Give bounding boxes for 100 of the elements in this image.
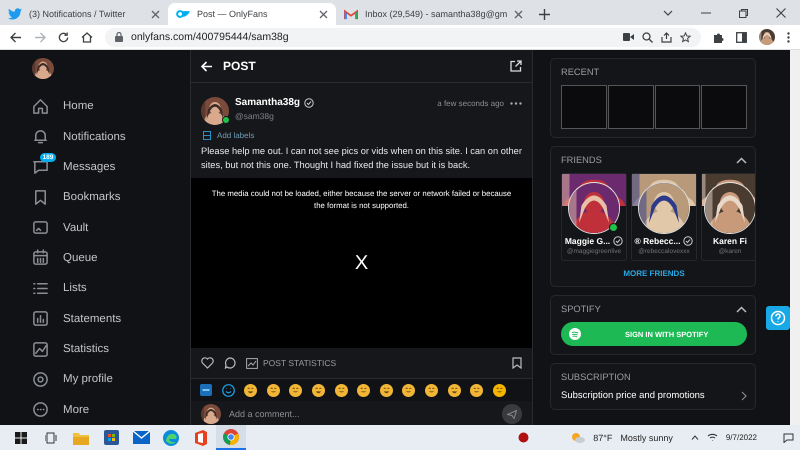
add-labels-link[interactable]: Add labels — [217, 131, 254, 140]
bookmark-icon[interactable] — [512, 357, 522, 369]
bookmark-icon — [32, 188, 49, 206]
verified-icon — [683, 236, 694, 246]
comment-field[interactable]: Add a comment... — [229, 409, 494, 419]
reload-icon[interactable] — [58, 32, 69, 42]
star-icon[interactable] — [680, 32, 691, 42]
nav-item[interactable]: Statements — [32, 304, 190, 334]
friend-name: Maggie G... — [564, 236, 610, 246]
office-icon — [194, 430, 208, 446]
broken-image-thumbnail[interactable] — [561, 85, 607, 129]
emoji-icon[interactable] — [266, 384, 280, 396]
emoji-icon[interactable] — [402, 384, 416, 396]
restore-icon[interactable] — [739, 8, 748, 18]
media-close-mark: X — [354, 252, 368, 275]
card-title: SUBSCRIPTION — [561, 372, 631, 382]
emoji-icon[interactable] — [289, 384, 302, 396]
help-button[interactable] — [766, 306, 790, 330]
temperature: 87°F — [593, 432, 612, 442]
notification-icon[interactable] — [783, 432, 794, 442]
verified-icon — [613, 236, 624, 246]
browser-tab[interactable]: Inbox (29,549) - samantha38g@gm — [336, 3, 532, 25]
author-name[interactable]: Samantha38g — [235, 97, 300, 108]
post-statistics-button[interactable]: POST STATISTICS — [246, 358, 336, 368]
taskbar-date: 9/7/2022 — [726, 433, 757, 442]
nav-item[interactable]: Lists — [32, 273, 190, 304]
collapse-icon[interactable] — [736, 306, 747, 312]
emoji-icon[interactable] — [470, 384, 484, 396]
heart-icon[interactable] — [201, 357, 214, 369]
chevron-down-icon[interactable] — [663, 10, 673, 16]
back-icon[interactable] — [10, 32, 22, 42]
new-tab-icon[interactable] — [539, 9, 550, 20]
send-button[interactable] — [502, 404, 522, 424]
nav-item[interactable]: Statistics — [32, 334, 190, 364]
browser-tab[interactable]: Post — OnlyFans — [168, 3, 336, 25]
record-icon[interactable] — [518, 432, 530, 443]
help-icon — [770, 310, 786, 326]
broken-image-thumbnail[interactable] — [608, 85, 654, 129]
comment-icon[interactable] — [224, 357, 236, 369]
author-handle[interactable]: @sam38g — [235, 111, 432, 121]
close-icon[interactable] — [151, 10, 160, 18]
vault-icon — [32, 219, 49, 236]
emoji-icon[interactable] — [334, 384, 348, 396]
label-icon — [203, 131, 211, 140]
messages-icon — [32, 158, 49, 176]
puzzle-icon[interactable] — [713, 32, 724, 42]
home-icon — [32, 98, 49, 115]
nav-item[interactable]: My profile — [32, 364, 190, 395]
friend-name: ® Rebecc... — [634, 236, 680, 246]
nav-item[interactable]: Home — [32, 91, 190, 122]
emoji-icon[interactable] — [244, 384, 258, 396]
close-icon[interactable] — [776, 8, 786, 18]
emoji-icon[interactable] — [357, 384, 370, 396]
send-icon — [507, 410, 517, 418]
bird-icon — [8, 8, 22, 20]
broken-image-thumbnail[interactable] — [654, 85, 700, 129]
more-friends-link[interactable]: MORE FRIENDS — [561, 269, 747, 278]
emoji-icon[interactable] — [492, 384, 506, 396]
share-icon[interactable] — [661, 32, 672, 42]
nav-item[interactable]: Bookmarks — [32, 182, 190, 212]
broken-image-thumbnail[interactable] — [701, 85, 747, 129]
caret-up-icon[interactable] — [690, 435, 699, 440]
home-icon[interactable] — [81, 32, 93, 42]
emoji-icon[interactable] — [448, 384, 461, 396]
minimize-icon[interactable] — [701, 12, 711, 14]
emoji-icon[interactable] — [312, 384, 325, 396]
zoom-icon[interactable] — [642, 32, 653, 42]
task-view-icon[interactable] — [45, 432, 57, 444]
lock-icon — [115, 32, 123, 42]
mail-icon — [132, 431, 150, 444]
gif-icon[interactable] — [200, 384, 212, 396]
more-icon — [32, 401, 49, 418]
more-icon[interactable] — [510, 102, 522, 105]
calendar-icon — [32, 249, 49, 266]
browser-icon — [163, 430, 179, 446]
post-time: a few seconds ago — [437, 99, 504, 110]
smiley-icon[interactable] — [222, 384, 235, 396]
sidebar-icon[interactable] — [736, 32, 747, 42]
collapse-icon[interactable] — [736, 156, 747, 164]
menu-icon[interactable] — [787, 32, 790, 42]
envelope-icon — [344, 8, 358, 20]
scrollbar[interactable] — [790, 50, 800, 425]
address-bar[interactable]: onlyfans.com/400795444/sam38g — [105, 28, 701, 46]
close-icon[interactable] — [514, 10, 524, 18]
emoji-icon[interactable] — [424, 384, 438, 396]
close-icon[interactable] — [319, 10, 328, 18]
spotify-icon — [569, 328, 581, 340]
windows-icon[interactable] — [15, 432, 27, 444]
nav-item[interactable]: Notifications — [32, 121, 190, 152]
emoji-icon[interactable] — [380, 384, 393, 396]
nav-item[interactable]: Vault — [32, 212, 190, 243]
browser-tab[interactable]: (3) Notifications / Twitter — [0, 3, 168, 25]
camera-icon[interactable] — [623, 33, 634, 41]
chevron-right-icon[interactable] — [741, 390, 747, 400]
store-icon — [104, 430, 118, 445]
taskbar-app[interactable] — [216, 425, 246, 450]
subscription-item[interactable]: Subscription price and promotions — [561, 390, 705, 401]
network-icon[interactable] — [706, 433, 718, 442]
nav-item[interactable]: Queue — [32, 242, 190, 274]
nav-item[interactable]: More — [32, 394, 190, 425]
